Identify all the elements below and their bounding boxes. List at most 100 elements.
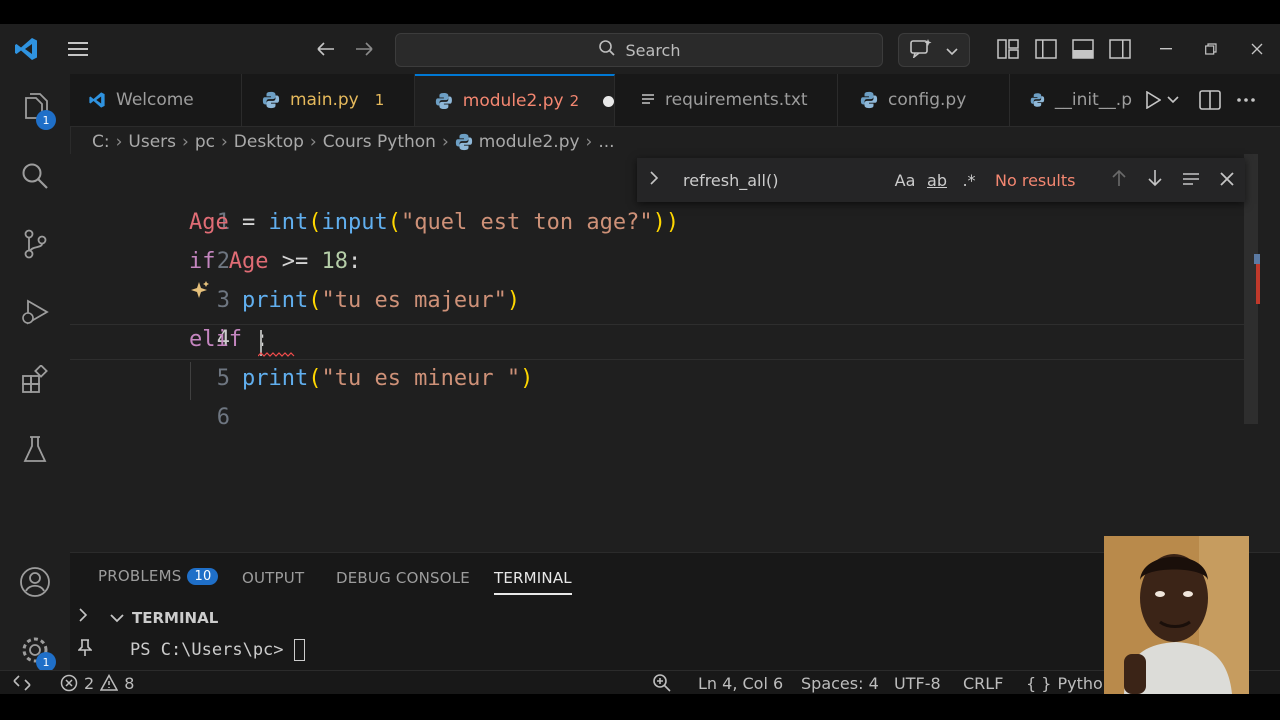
code-token: >= [268, 249, 322, 274]
problems-status[interactable]: 2 8 [60, 671, 134, 694]
breadcrumb-item[interactable]: ... [598, 132, 614, 152]
explorer-icon[interactable]: 1 [0, 80, 70, 136]
chevron-right-icon: › [585, 132, 593, 152]
code-token: ( [308, 366, 322, 391]
code-token: )) [652, 210, 680, 235]
breadcrumb-item[interactable]: Cours Python [323, 132, 436, 152]
testing-flask-icon[interactable] [0, 422, 70, 478]
vertical-scrollbar[interactable] [1244, 154, 1260, 552]
terminal-header-label: TERMINAL [132, 609, 219, 627]
run-and-debug-icon[interactable] [0, 284, 70, 340]
tab-terminal[interactable]: TERMINAL [494, 569, 572, 595]
code-token: Age [189, 210, 229, 235]
code-token: ) [520, 366, 534, 391]
toggle-secondary-sidebar-icon[interactable] [1108, 38, 1132, 60]
copilot-chat-icon [910, 38, 932, 62]
minimize-icon[interactable] [1156, 38, 1176, 60]
code-token: "tu es majeur" [321, 288, 507, 313]
presenter-webcam-overlay [1104, 536, 1249, 694]
code-editor[interactable]: 1 2 3 4 5 6 Age = int(input("quel est to… [70, 154, 1260, 552]
vscode-logo-icon [89, 92, 105, 108]
code-line[interactable]: if Age >= 18: [189, 249, 361, 274]
code-token: "tu es mineur " [321, 366, 521, 391]
tab-output[interactable]: OUTPUT [242, 569, 304, 587]
cursor-position[interactable]: Ln 4, Col 6 [698, 671, 783, 694]
pin-icon[interactable] [77, 639, 96, 659]
breadcrumb-item[interactable]: pc [195, 132, 215, 152]
vscode-window: Search 1 1 Welcome main.py 1 module2.py … [0, 24, 1280, 694]
end-of-line[interactable]: CRLF [963, 671, 1003, 694]
search-icon [598, 39, 616, 61]
language-mode[interactable]: { } Python [1026, 671, 1113, 694]
whole-word-toggle[interactable]: ab [921, 171, 953, 190]
encoding[interactable]: UTF-8 [894, 671, 941, 694]
tab-debug-console[interactable]: DEBUG CONSOLE [336, 569, 470, 587]
toggle-primary-sidebar-icon[interactable] [1034, 38, 1058, 60]
chevron-down-icon [1167, 96, 1179, 104]
code-line[interactable]: elif : [189, 327, 268, 352]
text-file-icon [642, 94, 654, 104]
sparkle-icon[interactable] [191, 280, 211, 300]
breadcrumb-item[interactable]: C: [92, 132, 110, 152]
terminal-output[interactable]: PS C:\Users\pc> [130, 639, 305, 661]
tab-label: Welcome [116, 90, 194, 110]
close-window-icon[interactable] [1246, 38, 1268, 60]
close-find-icon[interactable] [1209, 171, 1245, 190]
error-squiggle [258, 352, 295, 357]
indentation[interactable]: Spaces: 4 [801, 671, 879, 694]
zoom-icon[interactable] [652, 671, 672, 694]
presenter-image [1104, 536, 1249, 694]
regex-toggle[interactable]: .* [953, 171, 985, 190]
copilot-button[interactable] [898, 33, 970, 67]
code-line[interactable]: Age = int(input("quel est ton age?")) [189, 210, 679, 235]
bottom-panel: PROBLEMS 10 OUTPUT DEBUG CONSOLE TERMINA… [70, 552, 1280, 671]
tab-config-py[interactable]: config.py [838, 74, 1010, 126]
tab-problems[interactable]: PROBLEMS 10 [98, 567, 219, 585]
source-control-icon[interactable] [0, 216, 70, 272]
code-token: input [321, 210, 388, 235]
split-editor-icon[interactable] [1198, 88, 1222, 112]
code-token: ( [387, 210, 401, 235]
menu-icon[interactable] [66, 37, 90, 61]
chevron-right-icon: › [220, 132, 228, 152]
command-center-search[interactable]: Search [395, 33, 883, 67]
code-line[interactable]: print("tu es mineur ") [189, 366, 533, 391]
python-file-icon [435, 92, 452, 110]
find-in-selection-icon[interactable] [1173, 171, 1209, 190]
code-line[interactable]: print("tu es majeur") [189, 288, 520, 313]
code-token: if [189, 249, 216, 274]
tab-main-py[interactable]: main.py 1 [242, 74, 415, 126]
code-token: : [241, 327, 269, 352]
find-input[interactable]: refresh_all() [683, 171, 889, 190]
breadcrumb-item[interactable]: Desktop [234, 132, 304, 152]
toggle-panel-icon[interactable] [1071, 38, 1095, 60]
tab-welcome[interactable]: Welcome [70, 74, 242, 126]
tab-requirements-txt[interactable]: requirements.txt [615, 74, 838, 126]
back-arrow-icon[interactable] [314, 37, 338, 61]
code-token: Age [228, 249, 269, 274]
tab-label: __init__.p [1054, 90, 1132, 110]
remote-indicator-icon[interactable] [12, 671, 32, 694]
warning-icon [100, 674, 119, 691]
customize-layout-icon[interactable] [996, 38, 1020, 60]
more-actions-icon[interactable] [1234, 88, 1258, 112]
next-match-arrow-icon[interactable] [1137, 169, 1173, 191]
warning-count: 8 [124, 673, 135, 693]
accounts-icon[interactable] [0, 554, 70, 610]
restore-icon[interactable] [1200, 38, 1222, 60]
extensions-icon[interactable] [0, 352, 70, 408]
unsaved-dot-icon[interactable] [603, 95, 614, 107]
terminal-section-header[interactable]: TERMINAL [110, 609, 218, 627]
breadcrumb-item[interactable]: module2.py [479, 132, 580, 152]
python-file-icon [1030, 93, 1045, 107]
run-python-file-button[interactable] [1144, 88, 1180, 112]
forward-arrow-icon[interactable] [352, 37, 376, 61]
breadcrumb-item[interactable]: Users [128, 132, 176, 152]
previous-match-arrow-icon[interactable] [1101, 169, 1137, 191]
tab-module2-py[interactable]: module2.py 2 [415, 74, 615, 126]
match-case-toggle[interactable]: Aa [889, 171, 921, 190]
chevron-right-icon[interactable] [78, 607, 94, 627]
chevron-right-icon[interactable] [649, 170, 667, 190]
tab-init-py[interactable]: __init__.p [1010, 74, 1132, 126]
search-view-icon[interactable] [0, 148, 70, 204]
